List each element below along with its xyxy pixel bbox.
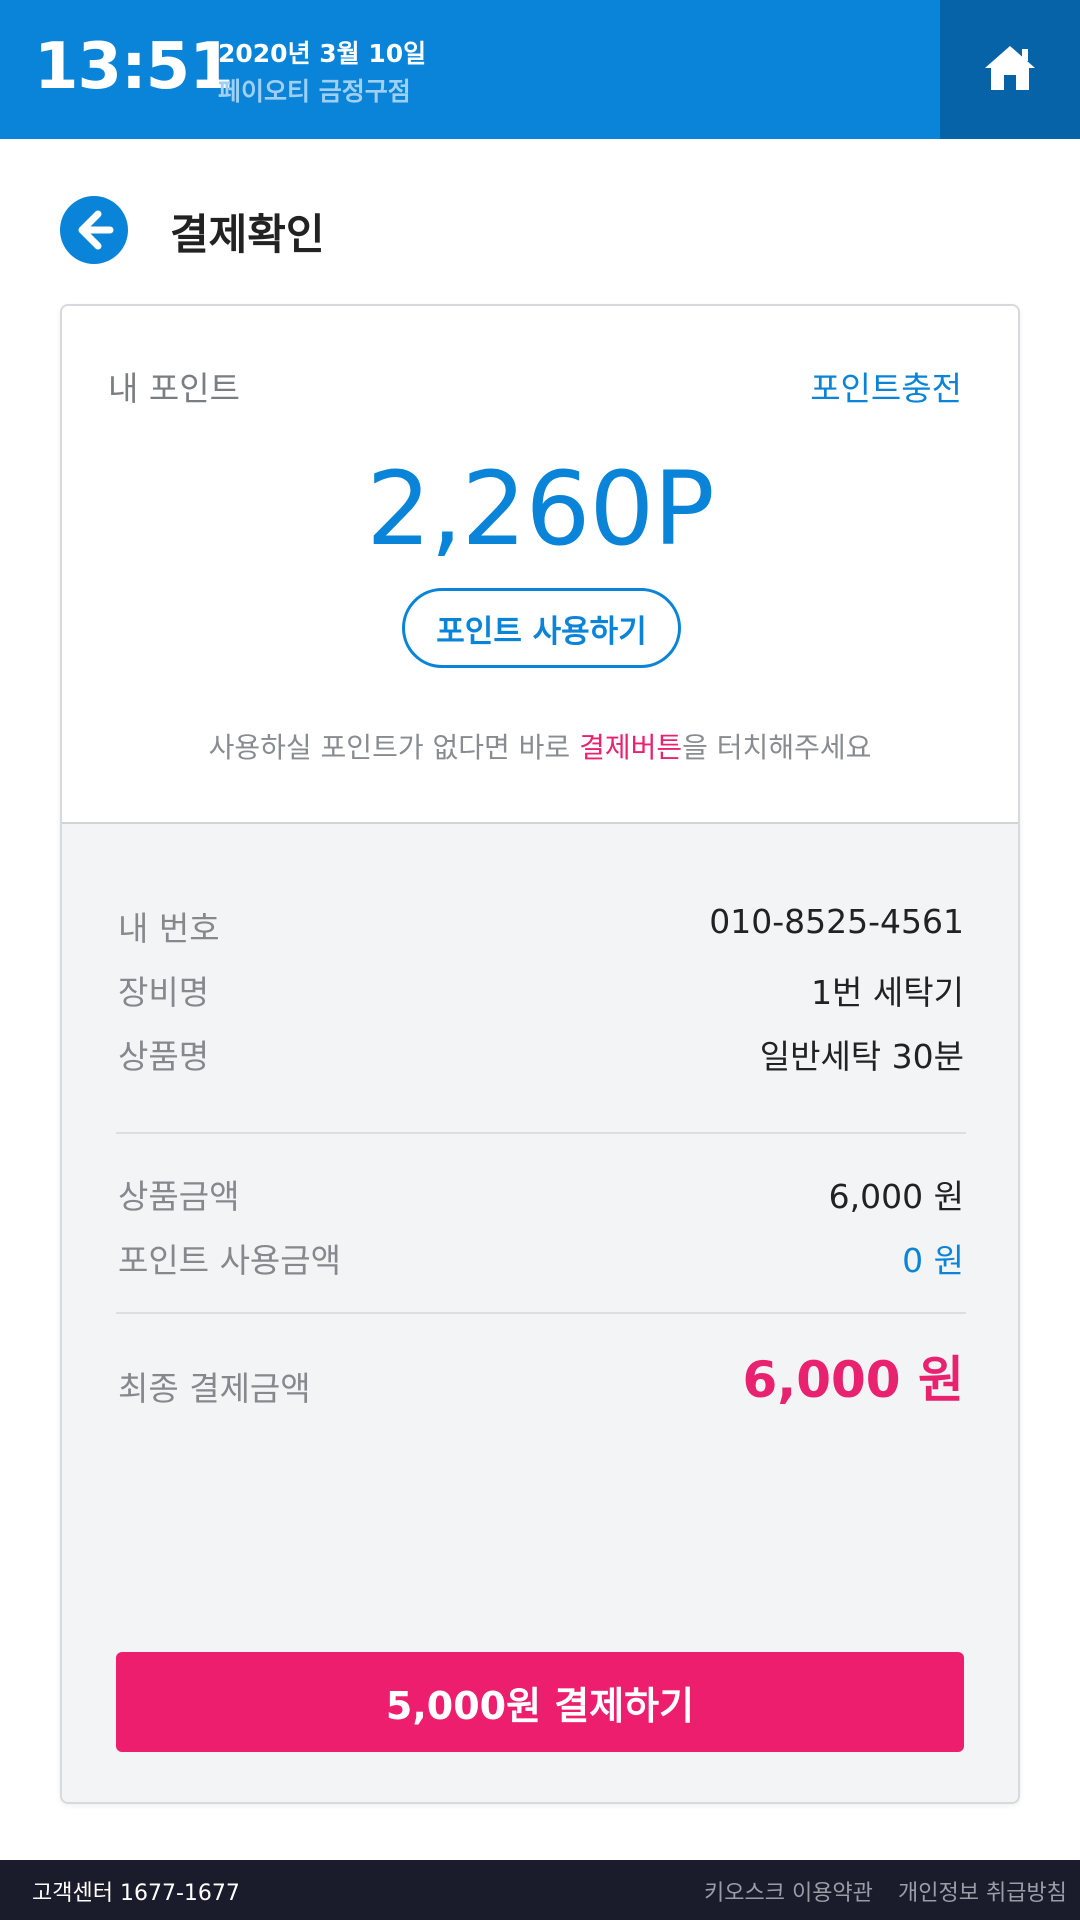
point-use-value: 0 원	[902, 1241, 964, 1280]
product-label: 상품명	[118, 1037, 210, 1076]
final-amount-label: 최종 결제금액	[118, 1369, 311, 1408]
back-button[interactable]	[60, 196, 128, 264]
point-balance: 2,260P	[366, 450, 715, 569]
page-title: 결제확인	[170, 210, 325, 259]
my-points-label: 내 포인트	[108, 369, 240, 408]
customer-center: 고객센터 1677-1677	[32, 1881, 240, 1906]
point-use-label: 포인트 사용금액	[118, 1241, 342, 1280]
product-amount-label: 상품금액	[118, 1177, 240, 1216]
divider	[116, 1132, 966, 1134]
hint-text-start: 사용하실 포인트가 없다면 바로	[208, 731, 580, 764]
privacy-policy-link[interactable]: 개인정보 취급방침	[898, 1875, 1067, 1907]
home-button[interactable]	[940, 0, 1080, 139]
final-amount-value: 6,000 원	[742, 1351, 964, 1409]
arrow-left-icon	[60, 196, 128, 268]
footer: 고객센터 1677-1677 키오스크 이용약관 개인정보 취급방침	[0, 1860, 1080, 1920]
payment-card: 내 포인트 포인트충전 2,260P 포인트 사용하기 사용하실 포인트가 없다…	[60, 304, 1020, 1804]
divider	[116, 1312, 966, 1314]
home-icon	[982, 43, 1038, 97]
product-amount-value: 6,000 원	[828, 1177, 964, 1216]
phone-label: 내 번호	[118, 909, 220, 948]
points-section: 내 포인트 포인트충전 2,260P 포인트 사용하기 사용하실 포인트가 없다…	[62, 306, 1018, 824]
device-value: 1번 세탁기	[811, 973, 964, 1012]
use-points-button[interactable]: 포인트 사용하기	[402, 588, 681, 668]
hint-text: 사용하실 포인트가 없다면 바로 결제버튼을 터치해주세요	[62, 726, 1018, 766]
date-text: 2020년 3월 10일	[218, 39, 427, 68]
point-charge-link[interactable]: 포인트충전	[810, 362, 962, 410]
store-name: 페이오티 금정구점	[218, 77, 411, 106]
top-bar: 13:51 2020년 3월 10일 페이오티 금정구점	[0, 0, 1080, 139]
product-value: 일반세탁 30분	[759, 1037, 964, 1076]
hint-text-end: 을 터치해주세요	[682, 731, 872, 764]
device-label: 장비명	[118, 973, 210, 1012]
clock: 13:51	[34, 30, 234, 104]
hint-emphasis: 결제버튼	[579, 731, 683, 764]
phone-value: 010-8525-4561	[709, 902, 964, 941]
kiosk-terms-link[interactable]: 키오스크 이용약관	[704, 1875, 873, 1907]
pay-button[interactable]: 5,000원 결제하기	[116, 1652, 964, 1752]
